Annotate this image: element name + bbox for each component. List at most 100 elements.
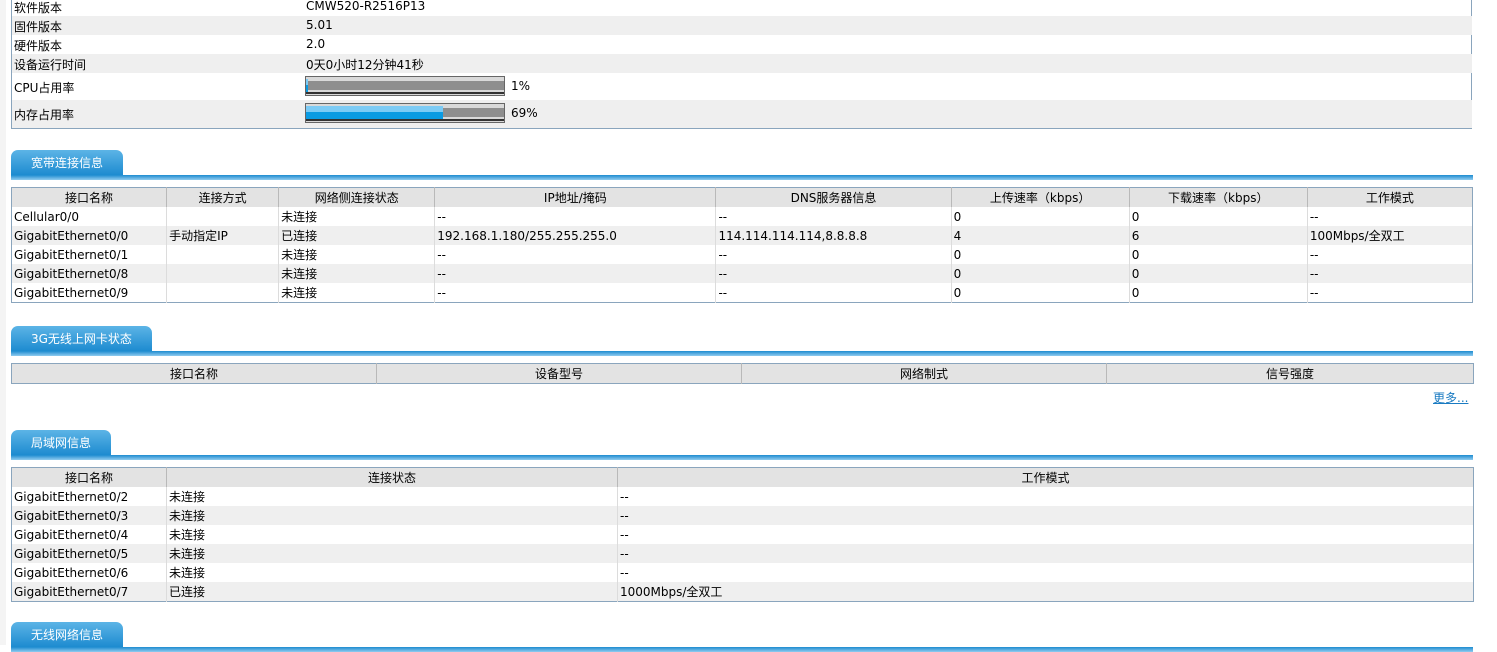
column-header: 网络制式	[741, 363, 1107, 384]
table-cell: --	[715, 245, 952, 264]
column-header: 上传速率（kbps）	[951, 187, 1130, 207]
table-cell: 0	[951, 264, 1130, 283]
table-cell	[166, 245, 280, 264]
column-header: 设备型号	[376, 363, 742, 384]
column-header: 连接方式	[166, 187, 280, 207]
column-header: IP地址/掩码	[434, 187, 717, 207]
table-cell: --	[617, 544, 1474, 563]
info-row-software-version: 软件版本 CMW520-R2516P13	[12, 0, 1472, 16]
info-label: 软件版本	[14, 1, 63, 15]
info-label: 硬件版本	[14, 39, 63, 53]
column-header: 下载速率（kbps）	[1129, 187, 1308, 207]
info-value: CMW520-R2516P13	[306, 0, 426, 13]
table-cell: 114.114.114.114,8.8.8.8	[715, 226, 952, 245]
info-label: 设备运行时间	[14, 58, 87, 72]
table-cell: 6	[1129, 226, 1308, 245]
wlan-section-header: 无线网络信息	[11, 622, 1473, 652]
table-cell: --	[1309, 285, 1319, 300]
column-header: 工作模式	[1307, 187, 1473, 207]
table-cell: GigabitEthernet0/2	[11, 487, 167, 506]
column-header: 接口名称	[11, 187, 168, 207]
table-cell: --	[620, 489, 629, 504]
info-row-firmware-version: 固件版本 5.01	[12, 16, 1472, 35]
table-cell: GigabitEthernet0/6	[11, 563, 167, 582]
table-cell: 0	[1129, 283, 1308, 303]
table-cell: --	[715, 207, 952, 226]
table-cell: GigabitEthernet0/5	[11, 544, 167, 563]
table-header-row: 接口名称 设备型号 网络制式 信号强度	[11, 363, 1474, 384]
table-cell: 未连接	[278, 283, 436, 303]
table-cell	[166, 264, 280, 283]
table-row: GigabitEthernet0/7 已连接 1000Mbps/全双工	[11, 582, 1474, 602]
table-cell: 未连接	[166, 544, 618, 563]
more-link[interactable]: 更多...	[1433, 389, 1468, 406]
device-info-panel: 软件版本 CMW520-R2516P13 固件版本 5.01 硬件版本 2.0 …	[11, 0, 1472, 129]
wlan-section-tab[interactable]: 无线网络信息	[11, 622, 124, 647]
table-cell: 4	[951, 226, 1130, 245]
table-row: GigabitEthernet0/4 未连接 --	[11, 525, 1474, 544]
broadband-section-tab[interactable]: 宽带连接信息	[11, 150, 124, 175]
table-row: GigabitEthernet0/3 未连接 --	[11, 506, 1474, 525]
table-cell: GigabitEthernet0/8	[11, 264, 168, 283]
table-cell: --	[715, 264, 952, 283]
table-cell: --	[434, 264, 717, 283]
table-cell	[166, 283, 280, 303]
table-cell: 未连接	[278, 207, 436, 226]
table-cell: 手动指定IP	[166, 226, 280, 245]
table-cell: GigabitEthernet0/4	[11, 525, 167, 544]
table-cell: --	[617, 506, 1474, 525]
wireless-3g-table: 接口名称 设备型号 网络制式 信号强度	[11, 363, 1474, 384]
table-cell: --	[434, 245, 717, 264]
table-header-row: 接口名称 连接状态 工作模式	[11, 467, 1474, 487]
table-cell: GigabitEthernet0/9	[11, 283, 168, 303]
table-cell: 0	[1129, 207, 1308, 226]
column-header: 连接状态	[166, 467, 618, 487]
table-row: Cellular0/0 未连接 -- -- 0 0 --	[11, 207, 1473, 226]
memory-usage-bar	[305, 103, 505, 123]
table-cell: 未连接	[278, 245, 436, 264]
info-value: 0天0小时12分钟41秒	[306, 58, 424, 72]
cpu-usage-bar	[305, 76, 505, 96]
table-cell: --	[434, 283, 717, 303]
table-cell: 100Mbps/全双工	[1307, 226, 1473, 245]
table-cell: --	[1309, 209, 1319, 224]
memory-usage-percent: 69%	[511, 106, 538, 120]
table-cell: --	[620, 527, 629, 542]
broadband-table: 接口名称 连接方式 网络侧连接状态 IP地址/掩码 DNS服务器信息 上传速率（…	[11, 187, 1473, 303]
wireless-3g-section-tab[interactable]: 3G无线上网卡状态	[11, 326, 152, 351]
table-cell: Cellular0/0	[11, 207, 168, 226]
table-cell: 未连接	[166, 506, 618, 525]
table-cell: 0	[951, 207, 1130, 226]
column-header: DNS服务器信息	[715, 187, 952, 207]
info-value: 5.01	[306, 18, 333, 32]
column-header: 工作模式	[617, 467, 1474, 487]
broadband-section-header: 宽带连接信息	[11, 150, 1473, 180]
table-cell: --	[1307, 264, 1473, 283]
table-cell: 未连接	[166, 487, 618, 506]
wireless-3g-section-header: 3G无线上网卡状态	[11, 326, 1473, 356]
lan-section-tab[interactable]: 局域网信息	[11, 430, 112, 455]
table-row: GigabitEthernet0/0 手动指定IP 已连接 192.168.1.…	[11, 226, 1473, 245]
table-cell: 192.168.1.180/255.255.255.0	[434, 226, 717, 245]
lan-table: 接口名称 连接状态 工作模式 GigabitEthernet0/2 未连接 --…	[11, 467, 1474, 602]
table-cell: 1000Mbps/全双工	[617, 582, 1474, 602]
table-cell: 未连接	[166, 525, 618, 544]
table-cell: 已连接	[166, 582, 618, 602]
table-cell: 0	[951, 245, 1130, 264]
cpu-usage-label: CPU占用率	[14, 81, 75, 95]
table-cell: 未连接	[278, 264, 436, 283]
table-cell: 0	[1129, 264, 1308, 283]
table-row: GigabitEthernet0/6 未连接 --	[11, 563, 1474, 582]
info-label: 固件版本	[14, 20, 63, 34]
table-cell	[166, 207, 280, 226]
table-row: GigabitEthernet0/9 未连接 -- -- 0 0 --	[11, 283, 1473, 303]
info-value: 2.0	[306, 37, 326, 51]
table-row: GigabitEthernet0/2 未连接 --	[11, 487, 1474, 506]
info-row-memory-usage: 内存占用率 69%	[12, 100, 1472, 128]
info-row-uptime: 设备运行时间 0天0小时12分钟41秒	[12, 54, 1472, 73]
table-cell: --	[1309, 247, 1319, 262]
table-row: GigabitEthernet0/8 未连接 -- -- 0 0 --	[11, 264, 1473, 283]
table-cell: --	[715, 283, 952, 303]
table-cell: GigabitEthernet0/7	[11, 582, 167, 602]
table-header-row: 接口名称 连接方式 网络侧连接状态 IP地址/掩码 DNS服务器信息 上传速率（…	[11, 187, 1473, 207]
